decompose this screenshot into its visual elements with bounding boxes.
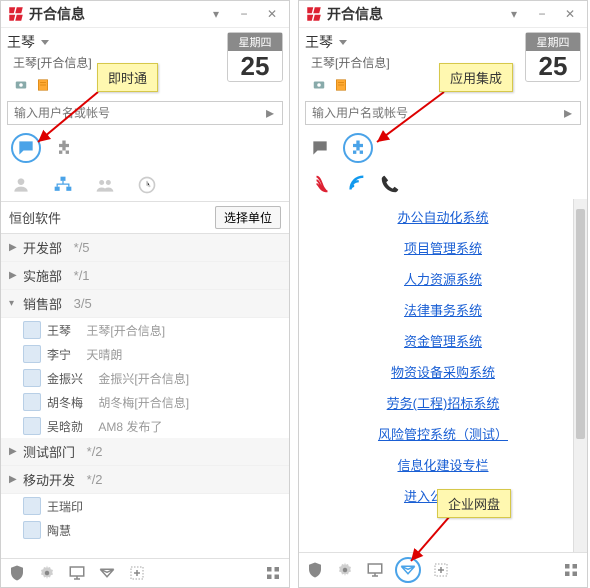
- avatar-icon: [23, 369, 41, 387]
- app-link[interactable]: 物资设备采购系统: [391, 362, 495, 381]
- scroll-thumb[interactable]: [576, 209, 585, 439]
- app-link[interactable]: 办公自动化系统: [397, 207, 488, 226]
- scrollbar[interactable]: [573, 199, 587, 552]
- org-name: 恒创软件: [9, 208, 61, 227]
- day-number: 25: [228, 51, 282, 81]
- avatar-icon: [23, 521, 41, 539]
- contact-item[interactable]: 王瑞印: [1, 494, 289, 518]
- calendar-widget[interactable]: 星期四 25: [525, 32, 581, 82]
- telecom-icon[interactable]: [345, 173, 367, 195]
- expand-icon: ▶: [9, 446, 19, 457]
- collapse-icon: ▾: [9, 298, 19, 309]
- weekday-label: 星期四: [228, 33, 282, 51]
- dept-node[interactable]: ▶实施部 */1: [1, 262, 289, 290]
- contact-item[interactable]: 胡冬梅 胡冬梅[开合信息]: [1, 390, 289, 414]
- app-logo-icon: [7, 5, 25, 23]
- select-unit-button[interactable]: 选择单位: [215, 206, 281, 229]
- monitor-icon[interactable]: [365, 560, 385, 580]
- contact-item[interactable]: 李宁 天晴朗: [1, 342, 289, 366]
- gear-icon[interactable]: [335, 560, 355, 580]
- avatar-icon: [23, 321, 41, 339]
- app-link[interactable]: 劳务(工程)招标系统: [387, 393, 500, 412]
- minimize-icon[interactable]: −: [531, 6, 553, 22]
- app-link[interactable]: 信息化建设专栏: [397, 455, 488, 474]
- app-link[interactable]: 人力资源系统: [404, 269, 482, 288]
- callout-netdisk: 企业网盘: [437, 489, 511, 518]
- dept-node[interactable]: ▶移动开发 */2: [1, 466, 289, 494]
- apps-grid-icon[interactable]: [561, 560, 581, 580]
- chevron-down-icon: [339, 40, 347, 45]
- app-link[interactable]: 项目管理系统: [404, 238, 482, 257]
- avatar-icon: [23, 417, 41, 435]
- minimize-icon[interactable]: −: [233, 6, 255, 22]
- shield-icon[interactable]: [305, 560, 325, 580]
- unicom-icon[interactable]: [311, 173, 333, 195]
- app-logo-icon: [305, 5, 323, 23]
- expand-icon: ▶: [9, 270, 19, 281]
- status-text: 王琴[开合信息]: [13, 54, 92, 71]
- expand-icon: ▶: [9, 474, 19, 485]
- add-icon[interactable]: [127, 563, 147, 583]
- dept-node[interactable]: ▶开发部 */5: [1, 234, 289, 262]
- window-title: 开合信息: [29, 4, 205, 24]
- camera-icon[interactable]: [311, 77, 327, 93]
- expand-icon: ▶: [9, 242, 19, 253]
- window-title: 开合信息: [327, 4, 503, 24]
- annotation-arrow: [369, 87, 449, 157]
- shield-icon[interactable]: [7, 563, 27, 583]
- username[interactable]: 王琴: [305, 32, 396, 52]
- app-link[interactable]: 资金管理系统: [404, 331, 482, 350]
- weekday-label: 星期四: [526, 33, 580, 51]
- note-icon[interactable]: [333, 77, 349, 93]
- gear-icon[interactable]: [37, 563, 57, 583]
- contact-item[interactable]: 王琴 王琴[开合信息]: [1, 318, 289, 342]
- callout-im: 即时通: [97, 63, 158, 92]
- apps-grid-icon[interactable]: [263, 563, 283, 583]
- close-icon[interactable]: ✕: [261, 6, 283, 22]
- group-view-icon[interactable]: [93, 173, 117, 197]
- annotation-arrow: [405, 511, 465, 571]
- im-tab-icon[interactable]: [309, 137, 331, 159]
- search-go-icon[interactable]: ▸: [556, 102, 580, 124]
- dept-node[interactable]: ▶测试部门 */2: [1, 438, 289, 466]
- day-number: 25: [526, 51, 580, 81]
- status-text: 王琴[开合信息]: [311, 54, 390, 71]
- monitor-icon[interactable]: [67, 563, 87, 583]
- close-icon[interactable]: ✕: [559, 6, 581, 22]
- username[interactable]: 王琴: [7, 32, 98, 52]
- org-view-icon[interactable]: [51, 173, 75, 197]
- dropdown-icon[interactable]: ▾: [205, 6, 227, 22]
- netdisk-icon[interactable]: [97, 563, 117, 583]
- chevron-down-icon: [41, 40, 49, 45]
- app-link[interactable]: 风险管控系统（测试）: [378, 424, 508, 443]
- phone-icon[interactable]: [379, 173, 401, 195]
- avatar-icon: [23, 497, 41, 515]
- contact-item[interactable]: 陶慧: [1, 518, 289, 542]
- contact-item[interactable]: 吴晗勍 AM8 发布了: [1, 414, 289, 438]
- contacts-view-icon[interactable]: [9, 173, 33, 197]
- callout-apps: 应用集成: [439, 63, 513, 92]
- recent-view-icon[interactable]: [135, 173, 159, 197]
- app-link[interactable]: 法律事务系统: [404, 300, 482, 319]
- search-go-icon[interactable]: ▸: [258, 102, 282, 124]
- camera-icon[interactable]: [13, 77, 29, 93]
- dropdown-icon[interactable]: ▾: [503, 6, 525, 22]
- contact-tree: ▶开发部 */5 ▶实施部 */1 ▾销售部 3/5 王琴 王琴[开合信息] 李…: [1, 234, 289, 558]
- avatar-icon: [23, 345, 41, 363]
- dept-node[interactable]: ▾销售部 3/5: [1, 290, 289, 318]
- avatar-icon: [23, 393, 41, 411]
- contact-item[interactable]: 金振兴 金振兴[开合信息]: [1, 366, 289, 390]
- calendar-widget[interactable]: 星期四 25: [227, 32, 283, 82]
- annotation-arrow: [33, 87, 103, 157]
